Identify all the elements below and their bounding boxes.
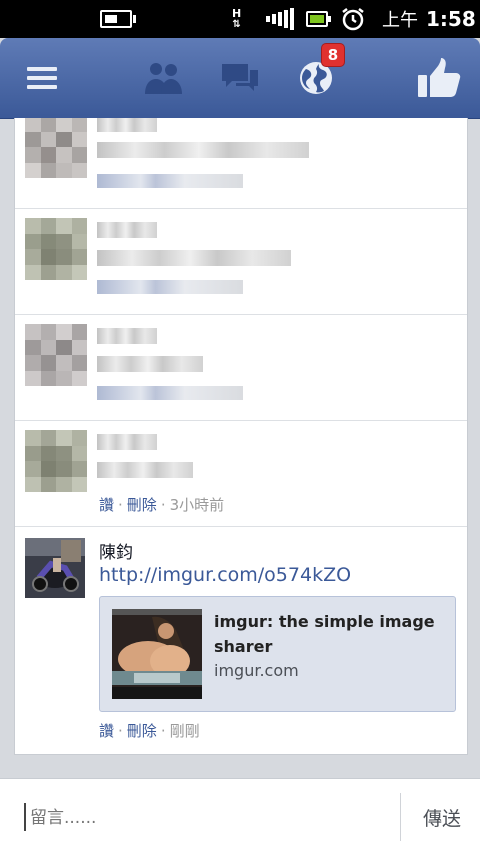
avatar (25, 118, 87, 178)
comment-item-latest: 陳鈞 http://imgur.com/o574kZO imgur: the s… (15, 526, 467, 754)
messages-icon (222, 64, 258, 91)
clock: 上午 1:58 (382, 0, 476, 38)
avatar (25, 430, 87, 492)
redacted-meta (97, 386, 243, 400)
comment-actions: 讚 · 刪除 · 剛剛 (99, 722, 200, 740)
comment-item (15, 208, 467, 315)
redacted-meta (97, 280, 243, 294)
delete-link[interactable]: 刪除 (127, 722, 157, 740)
avatar (25, 324, 87, 386)
comment-actions: 讚 · 刪除 · 3小時前 (99, 496, 225, 514)
battery-wide-icon (100, 0, 136, 38)
link-preview-card[interactable]: imgur: the simple image sharer imgur.com (99, 596, 456, 712)
link-preview-title: imgur: the simple image sharer (214, 612, 435, 656)
messages-button[interactable] (216, 38, 264, 118)
like-icon (418, 58, 461, 97)
comment-composer: 傳送 (0, 778, 480, 855)
like-link[interactable]: 讚 (99, 722, 114, 740)
redacted-name (97, 434, 157, 450)
friends-icon (145, 63, 182, 94)
comment-time: 剛剛 (169, 722, 200, 740)
battery-icon (306, 0, 331, 38)
status-bar: H ⇅ 上午 1:58 (0, 0, 480, 38)
top-navigation-bar (0, 38, 480, 119)
composer-divider (400, 793, 401, 841)
avatar (25, 538, 85, 598)
redacted-name (97, 118, 157, 132)
comment-author[interactable]: 陳鈞 (99, 538, 133, 563)
time-period: 上午 (382, 10, 418, 31)
alarm-icon (340, 0, 366, 38)
avatar (25, 218, 87, 280)
friends-button[interactable] (140, 38, 188, 118)
link-preview-domain: imgur.com (214, 661, 299, 680)
notification-badge: 8 (322, 44, 344, 66)
comment-input[interactable] (30, 803, 370, 833)
redacted-text (97, 250, 291, 266)
like-button[interactable] (414, 38, 464, 118)
redacted-meta (97, 174, 243, 188)
like-link[interactable]: 讚 (99, 496, 114, 514)
redacted-text (97, 142, 309, 158)
link-preview-thumbnail (112, 609, 202, 699)
comment-item: 讚 · 刪除 · 3小時前 (15, 420, 467, 527)
text-cursor (24, 803, 26, 831)
comments-panel: 讚 · 刪除 · 3小時前 陳鈞 http://imgur.com/o574kZO im… (14, 118, 468, 755)
redacted-text (97, 356, 203, 372)
comment-item (15, 118, 467, 209)
network-type-label: H (232, 7, 242, 20)
comment-item (15, 314, 467, 421)
comment-time: 3小時前 (169, 496, 225, 514)
redacted-text (97, 462, 193, 478)
redacted-name (97, 222, 157, 238)
send-button[interactable]: 傳送 (404, 779, 480, 855)
redacted-name (97, 328, 157, 344)
comment-link[interactable]: http://imgur.com/o574kZO (99, 564, 351, 586)
menu-icon (27, 62, 57, 94)
delete-link[interactable]: 刪除 (127, 496, 157, 514)
network-arrows-icon: H ⇅ (232, 7, 242, 30)
menu-button[interactable] (20, 38, 64, 118)
time-value: 1:58 (426, 7, 476, 31)
